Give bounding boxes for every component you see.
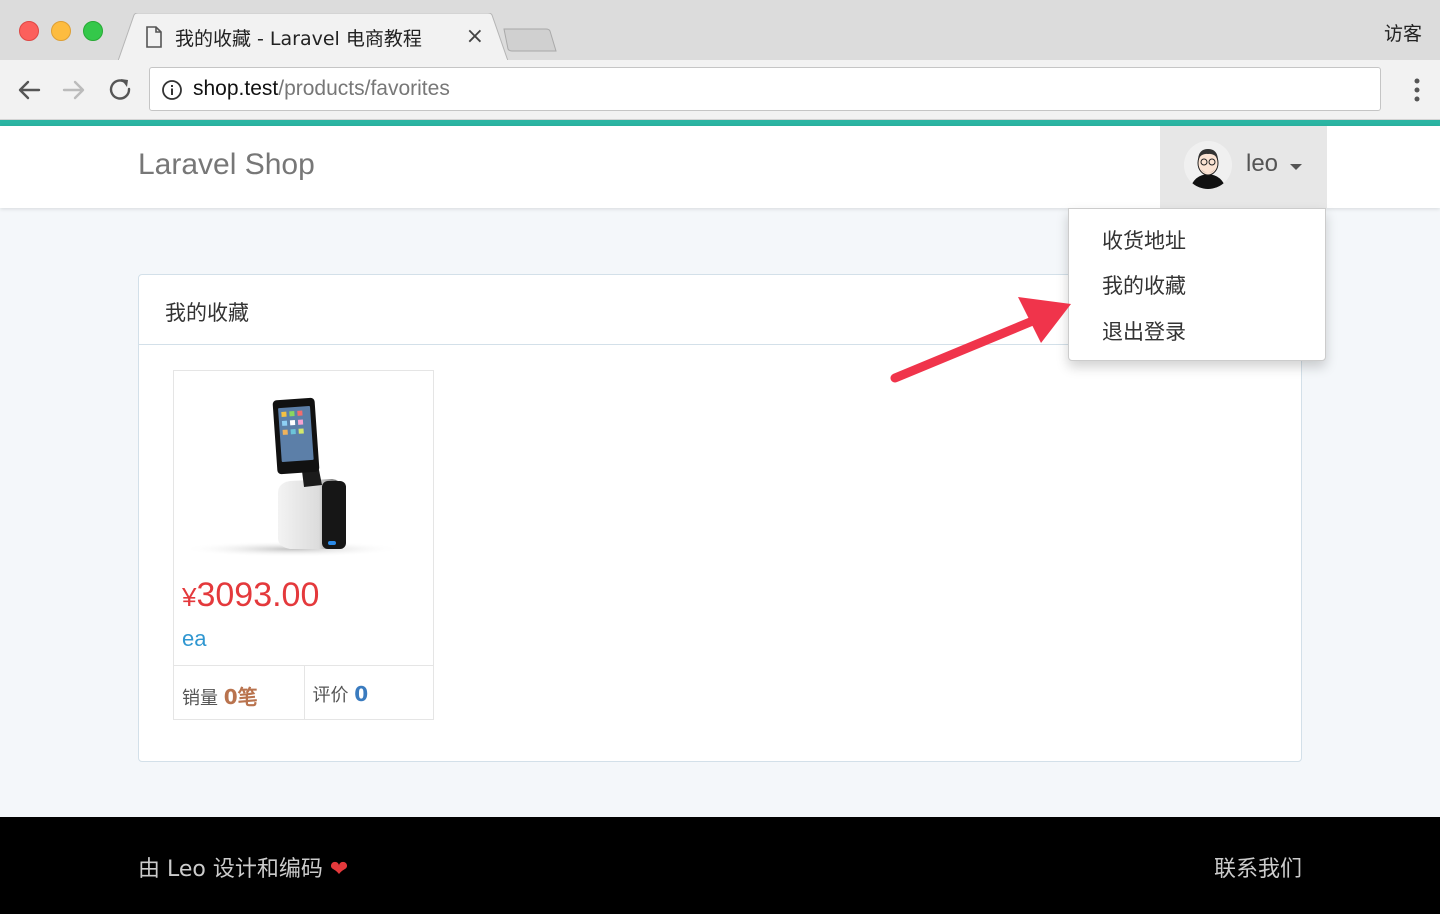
- profile-label[interactable]: 访客: [1384, 19, 1422, 46]
- tab-close-icon[interactable]: ×: [466, 24, 484, 50]
- new-tab-button[interactable]: [502, 27, 558, 53]
- menu-item-logout[interactable]: 退出登录: [1102, 316, 1186, 346]
- menu-icon[interactable]: [1414, 78, 1420, 102]
- user-menu-toggle[interactable]: leo: [1160, 126, 1327, 208]
- product-card[interactable]: ¥3093.00 ea 销量 0笔 评价 0: [173, 370, 434, 720]
- url-path: /products/favorites: [278, 77, 450, 100]
- info-icon[interactable]: [161, 79, 183, 101]
- window-maximize-button[interactable]: [83, 21, 103, 41]
- tab-title: 我的收藏 - Laravel 电商教程: [175, 27, 422, 50]
- product-title-link[interactable]: ea: [182, 626, 206, 652]
- back-icon[interactable]: [14, 75, 44, 105]
- address-bar[interactable]: shop.test/products/favorites: [149, 67, 1381, 111]
- reload-icon[interactable]: [105, 75, 135, 105]
- panel-title: 我的收藏: [165, 301, 249, 325]
- currency-symbol: ¥: [182, 582, 197, 612]
- footer-credit: 由 Leo 设计和编码 ❤: [138, 851, 348, 883]
- window-close-button[interactable]: [19, 21, 39, 41]
- window-minimize-button[interactable]: [51, 21, 71, 41]
- user-name: leo: [1246, 150, 1279, 177]
- brand-link[interactable]: Laravel Shop: [138, 148, 315, 182]
- sold-label: 销量: [182, 688, 224, 709]
- product-image[interactable]: [182, 381, 426, 566]
- browser-toolbar: shop.test/products/favorites: [0, 60, 1440, 120]
- avatar: [1184, 141, 1232, 189]
- contact-link[interactable]: 联系我们: [1214, 851, 1302, 883]
- review-value: 0: [354, 682, 369, 706]
- url-text: shop.test/products/favorites: [193, 77, 450, 101]
- forward-icon[interactable]: [59, 75, 89, 105]
- url-host: shop.test: [193, 77, 279, 100]
- user-dropdown-menu: 收货地址 我的收藏 退出登录: [1068, 208, 1326, 361]
- tab-content: 我的收藏 - Laravel 电商教程 ×: [145, 22, 490, 52]
- price-value: 3093.00: [196, 576, 320, 614]
- footer-credit-text: 由 Leo 设计和编码: [138, 857, 330, 882]
- menu-item-favorites[interactable]: 我的收藏: [1102, 270, 1186, 300]
- page-icon: [146, 26, 162, 48]
- product-stats: 销量 0笔 评价 0: [174, 665, 433, 719]
- site-footer: 由 Leo 设计和编码 ❤ 联系我们: [0, 817, 1440, 914]
- menu-item-addresses[interactable]: 收货地址: [1102, 225, 1186, 255]
- annotation-arrow-icon: [890, 297, 1071, 383]
- caret-down-icon: [1290, 164, 1302, 170]
- product-price: ¥3093.00: [182, 576, 319, 615]
- browser-titlebar: 我的收藏 - Laravel 电商教程 × 访客: [0, 0, 1440, 61]
- review-label: 评价: [312, 685, 355, 706]
- site-navbar: Laravel Shop leo: [0, 126, 1440, 208]
- sold-value: 0笔: [223, 685, 258, 709]
- review-count: 评价 0: [303, 666, 434, 719]
- heart-icon: ❤: [329, 857, 349, 882]
- sold-count: 销量 0笔: [174, 666, 304, 719]
